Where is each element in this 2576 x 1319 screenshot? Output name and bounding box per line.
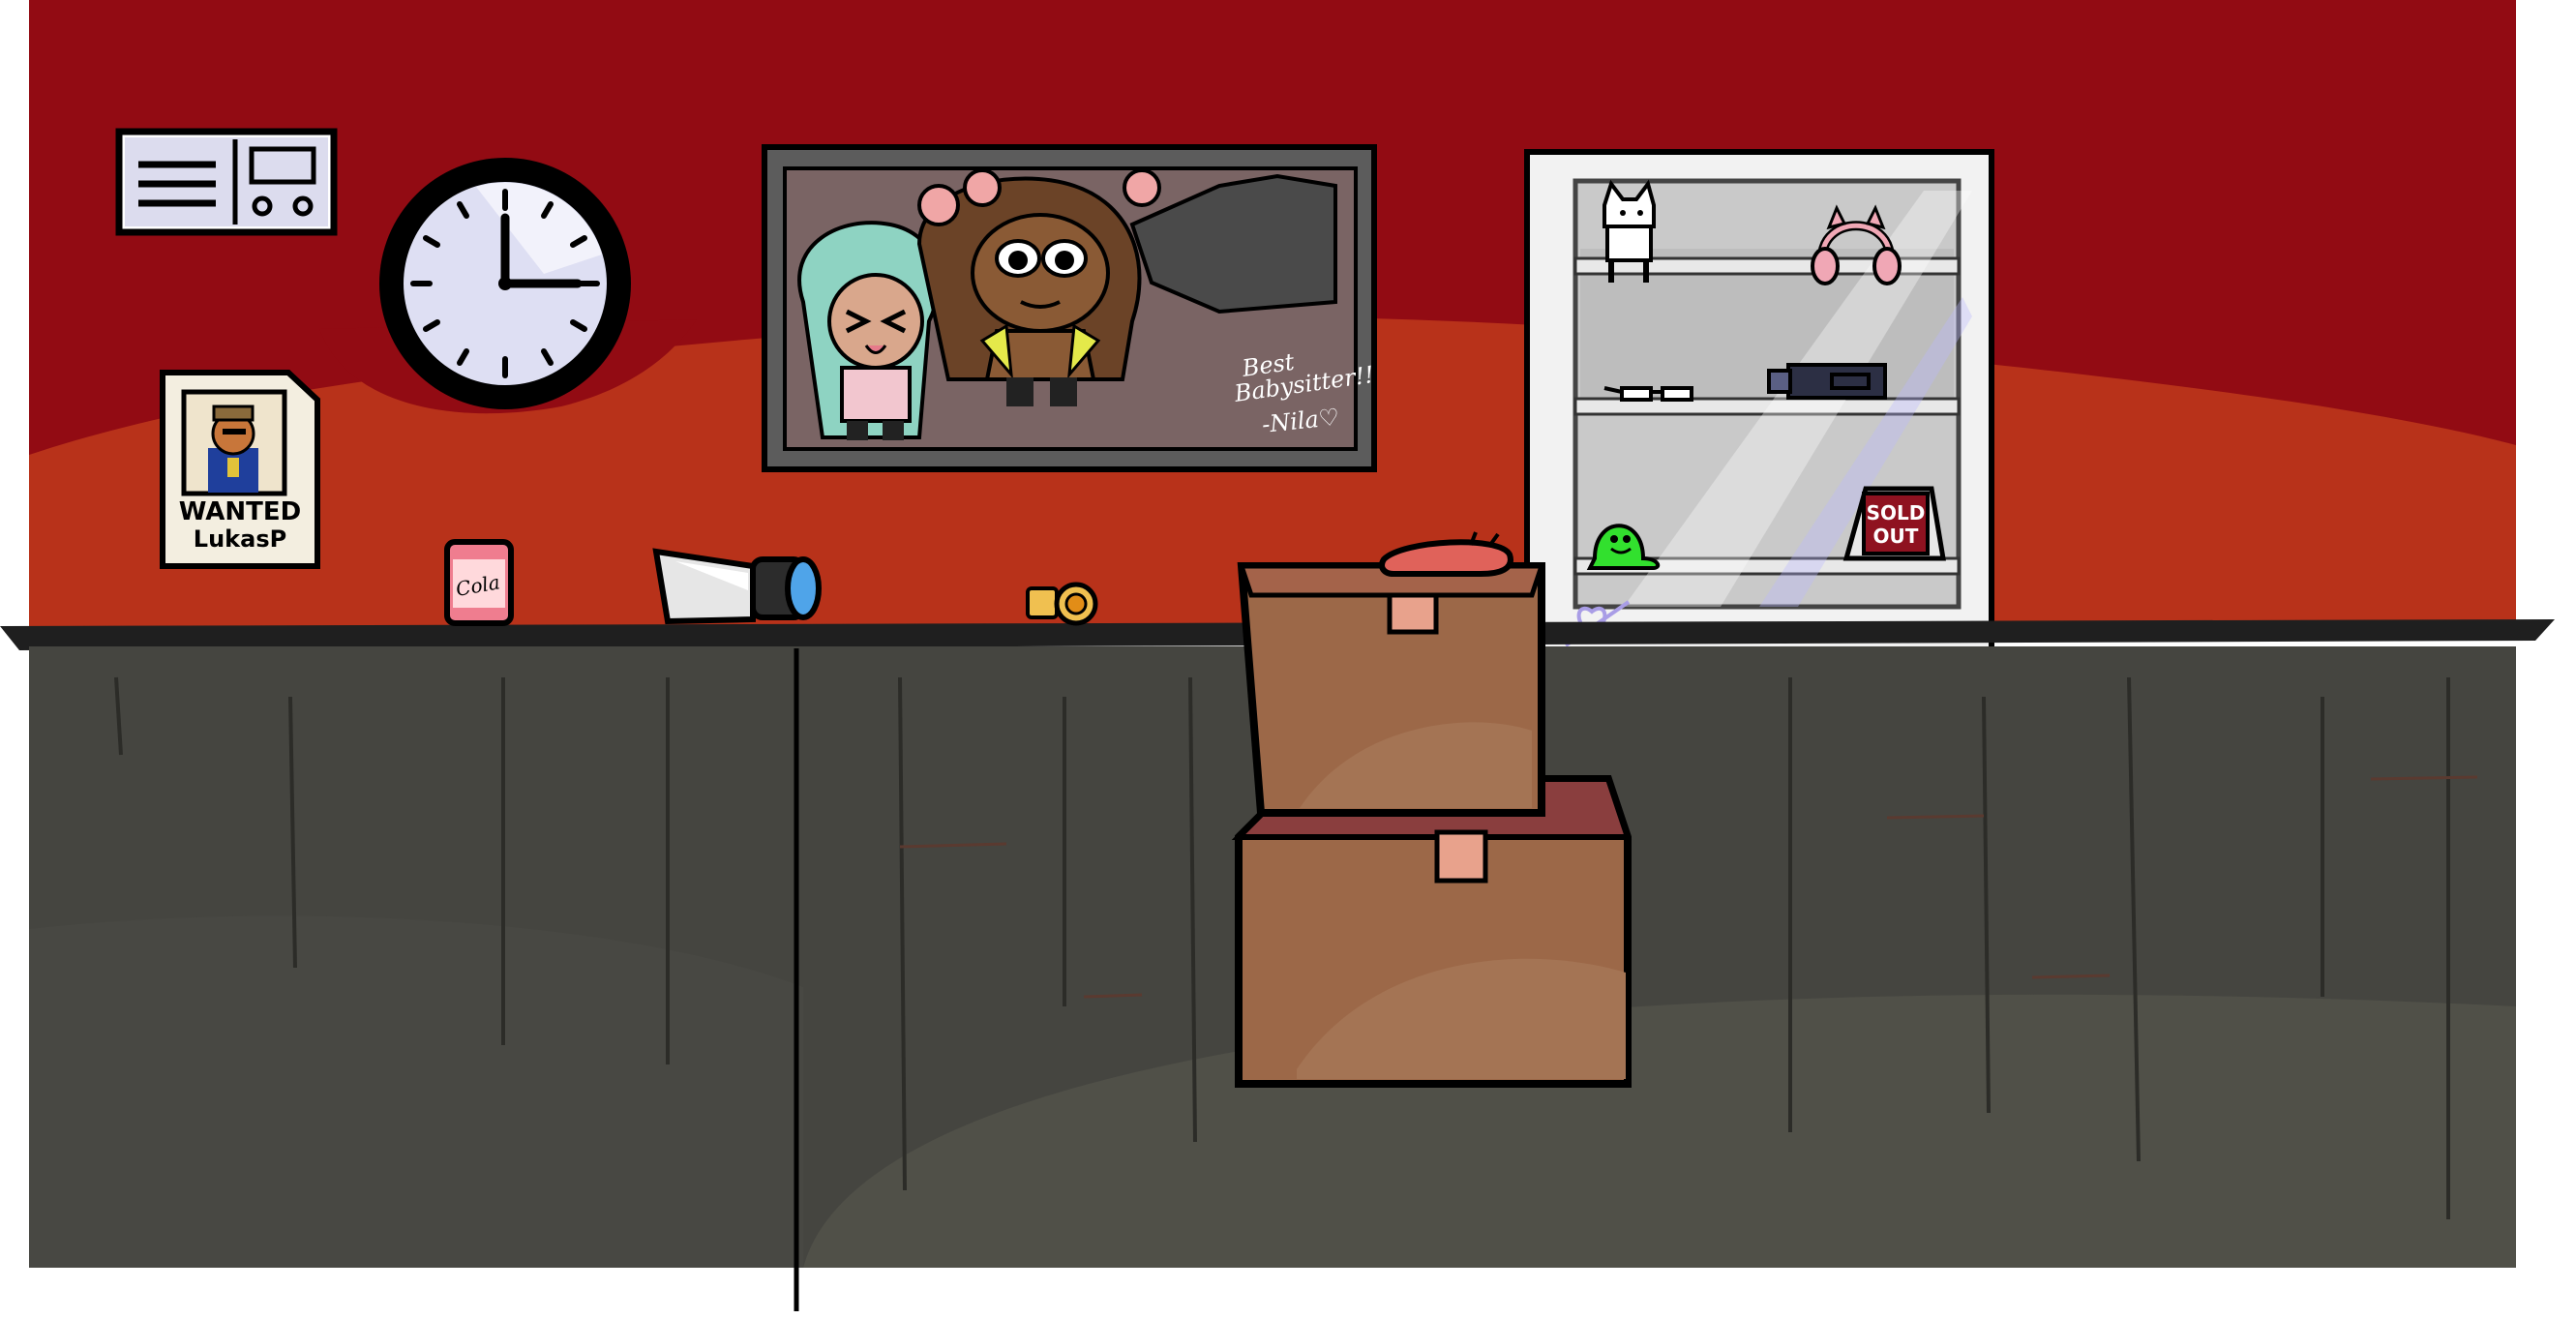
sold-out-line1: SOLD xyxy=(1867,501,1926,525)
wall-control-panel[interactable] xyxy=(115,128,338,236)
counter-shadow-left xyxy=(29,915,803,1268)
framed-photo[interactable]: Best Babysitter!! -Nila♡ xyxy=(762,144,1377,472)
wanted-poster[interactable]: WANTED LukasP xyxy=(160,370,320,569)
camera[interactable] xyxy=(1767,363,1887,400)
cardboard-box-bottom[interactable] xyxy=(1231,775,1632,1088)
photo-kid-teal xyxy=(797,221,941,440)
sold-out-line2: OUT xyxy=(1873,525,1919,548)
cardboard-box-top[interactable] xyxy=(1237,562,1545,817)
shop-scene: WANTED LukasP Best Babysitter!! -Nila♡ S… xyxy=(0,0,2555,1311)
wanted-poster-title: WANTED xyxy=(179,497,301,526)
flashlight[interactable] xyxy=(652,548,822,625)
sold-out-sign: SOLD OUT xyxy=(1842,486,1946,561)
display-case[interactable]: SOLD OUT xyxy=(1524,149,1994,668)
coins[interactable] xyxy=(1026,582,1098,626)
cola-can[interactable]: Cola xyxy=(444,539,514,626)
wall-clock[interactable] xyxy=(379,158,631,409)
wanted-poster-name: LukasP xyxy=(194,525,286,553)
